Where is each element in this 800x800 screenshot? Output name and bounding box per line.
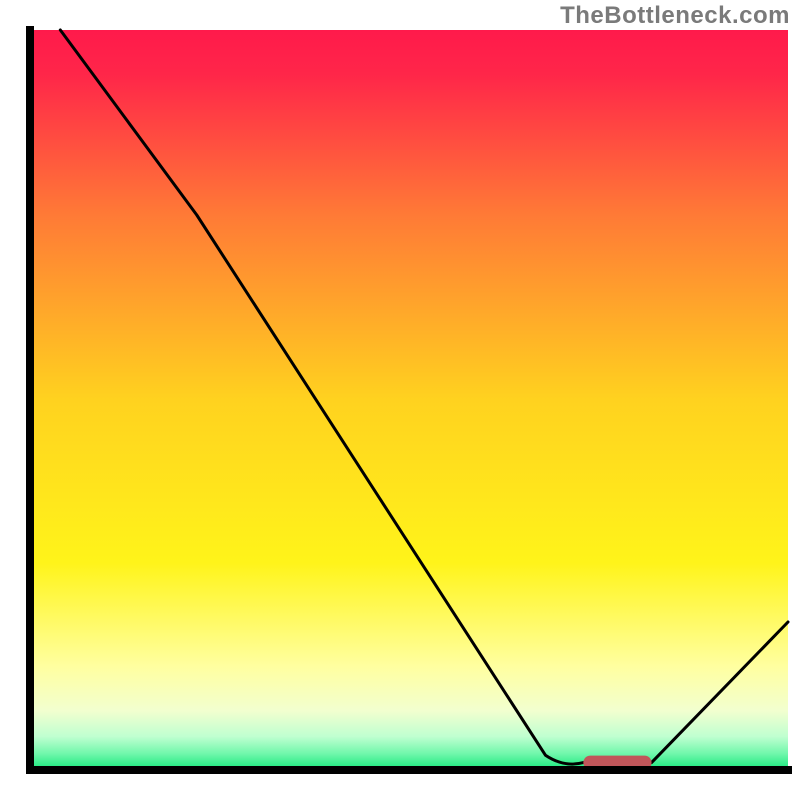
bottleneck-chart: TheBottleneck.com	[0, 0, 800, 800]
chart-svg	[0, 0, 800, 800]
watermark-label: TheBottleneck.com	[560, 2, 790, 30]
